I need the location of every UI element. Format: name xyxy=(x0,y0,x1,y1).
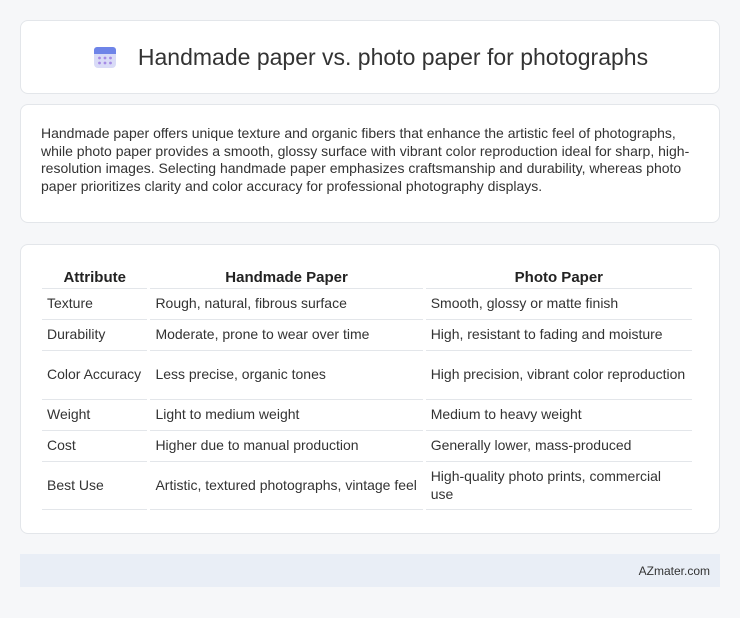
header-photo-paper: Photo Paper xyxy=(514,269,604,286)
summary-text: Handmade paper offers unique texture and… xyxy=(41,125,690,194)
table-row: Best Use Artistic, textured photographs,… xyxy=(42,461,692,510)
cell-attribute: Color Accuracy xyxy=(42,350,148,399)
cell-photo: High precision, vibrant color reproducti… xyxy=(425,350,692,399)
footer: AZmater.com xyxy=(20,554,720,587)
summary-card: Handmade paper offers unique texture and… xyxy=(20,104,720,223)
cell-attribute: Best Use xyxy=(42,461,148,510)
cell-handmade: Moderate, prone to wear over time xyxy=(150,319,423,350)
header-handmade-paper: Handmade Paper xyxy=(225,269,348,286)
cell-attribute: Weight xyxy=(42,399,148,430)
table-row: Weight Light to medium weight Medium to … xyxy=(42,399,692,430)
comparison-table: Attribute Handmade Paper Photo Paper Tex… xyxy=(39,267,695,510)
table-row: Cost Higher due to manual production Gen… xyxy=(42,430,692,461)
cell-handmade: Less precise, organic tones xyxy=(150,350,423,399)
page-title: Handmade paper vs. photo paper for photo… xyxy=(137,43,649,70)
footer-brand: AZmater.com xyxy=(638,563,710,578)
table-row: Texture Rough, natural, fibrous surface … xyxy=(42,288,692,319)
calendar-icon xyxy=(93,47,116,68)
cell-photo: Generally lower, mass-produced xyxy=(425,430,692,461)
comparison-table-card: Attribute Handmade Paper Photo Paper Tex… xyxy=(20,244,720,534)
cell-handmade: Rough, natural, fibrous surface xyxy=(150,288,423,319)
cell-photo: High, resistant to fading and moisture xyxy=(425,319,692,350)
cell-attribute: Texture xyxy=(42,288,148,319)
cell-photo: Smooth, glossy or matte finish xyxy=(425,288,692,319)
cell-photo: Medium to heavy weight xyxy=(425,399,692,430)
table-row: Color Accuracy Less precise, organic ton… xyxy=(42,350,692,399)
cell-handmade: Light to medium weight xyxy=(150,399,423,430)
cell-handmade: Higher due to manual production xyxy=(150,430,423,461)
table-header-row: Attribute Handmade Paper Photo Paper xyxy=(42,267,692,288)
cell-attribute: Cost xyxy=(42,430,148,461)
cell-photo: High-quality photo prints, commercial us… xyxy=(425,461,692,510)
header-attribute: Attribute xyxy=(63,269,126,286)
table-row: Durability Moderate, prone to wear over … xyxy=(42,319,692,350)
cell-handmade: Artistic, textured photographs, vintage … xyxy=(150,461,423,510)
cell-attribute: Durability xyxy=(42,319,148,350)
title-card: Handmade paper vs. photo paper for photo… xyxy=(20,20,720,94)
